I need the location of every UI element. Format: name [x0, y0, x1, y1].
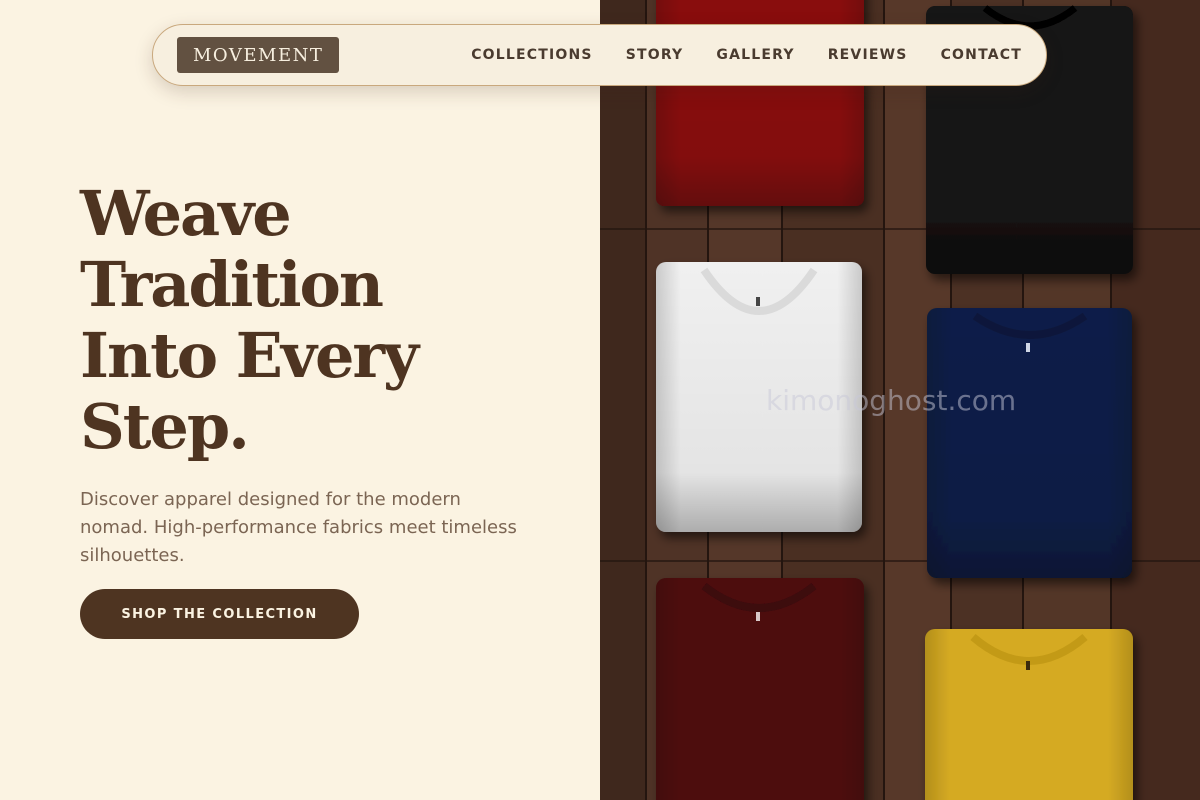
- navbar: MOVEMENT COLLECTIONS STORY GALLERY REVIE…: [152, 24, 1047, 86]
- nav-link-contact[interactable]: CONTACT: [941, 47, 1022, 63]
- shop-collection-button[interactable]: SHOP THE COLLECTION: [80, 589, 359, 639]
- navy-tshirt: [927, 308, 1132, 578]
- brand-logo[interactable]: MOVEMENT: [177, 37, 340, 73]
- hero-title: Weave Tradition Into Every Step.: [80, 178, 540, 462]
- hero-title-line: Into Every: [80, 319, 419, 392]
- nav-links: COLLECTIONS STORY GALLERY REVIEWS CONTAC…: [471, 47, 1022, 63]
- hero-panel: Weave Tradition Into Every Step. Discove…: [0, 0, 600, 800]
- nav-link-reviews[interactable]: REVIEWS: [828, 47, 908, 63]
- hero-title-line: Weave: [80, 177, 292, 250]
- nav-link-story[interactable]: STORY: [626, 47, 684, 63]
- hero-title-line: Tradition: [80, 248, 384, 321]
- watermark: kimonoghost.com: [766, 384, 1017, 417]
- yellow-tshirt: [925, 629, 1133, 800]
- nav-link-gallery[interactable]: GALLERY: [716, 47, 794, 63]
- hero-title-line: Step.: [80, 390, 250, 463]
- nav-link-collections[interactable]: COLLECTIONS: [471, 47, 593, 63]
- page: Weave Tradition Into Every Step. Discove…: [0, 0, 1200, 800]
- maroon-tshirt: [656, 578, 864, 800]
- hero-subtitle: Discover apparel designed for the modern…: [80, 489, 517, 566]
